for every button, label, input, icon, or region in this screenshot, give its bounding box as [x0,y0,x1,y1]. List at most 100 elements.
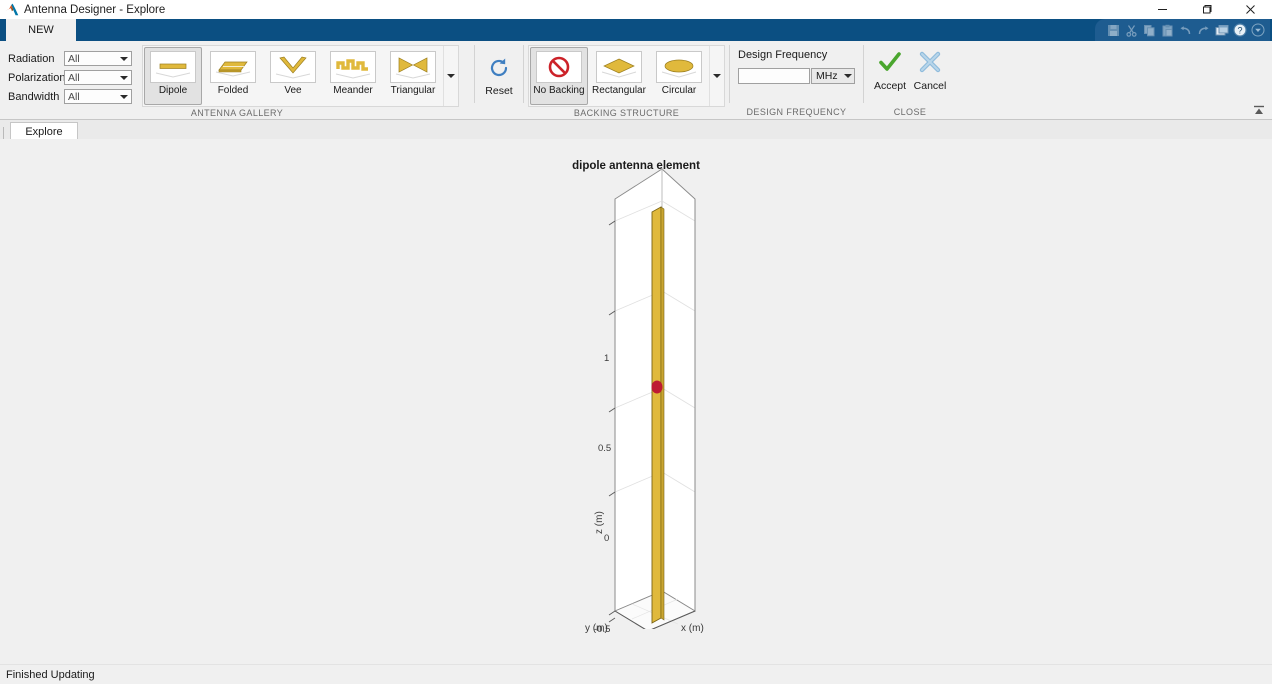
ribbon-tab-bar: NEW [0,19,1272,41]
ribbon-group-reset: Reset [475,41,523,119]
chevron-down-icon [117,90,131,103]
gallery-item-dipole[interactable]: Dipole [144,47,202,105]
cancel-button-label: Cancel [914,80,947,92]
ribbon-group-design-frequency-title: DESIGN FREQUENCY [730,106,863,119]
ribbon-group-close-title: CLOSE [864,106,956,119]
filter-radiation-select[interactable]: All [64,51,132,66]
chevron-down-icon[interactable] [1249,22,1266,38]
status-message: Finished Updating [6,669,95,681]
save-icon[interactable] [1105,22,1122,38]
ribbon-collapse-icon[interactable] [1250,103,1268,117]
backing-item-rectangular-label: Rectangular [592,85,646,96]
reset-button[interactable]: Reset [479,49,519,97]
window-title: Antenna Designer - Explore [24,4,165,16]
gallery-more-icon[interactable] [443,46,458,106]
dipole-thumb-icon [150,51,196,83]
chevron-down-icon [117,71,131,84]
chevron-down-icon [117,52,131,65]
reset-button-label: Reset [485,85,512,97]
ribbon-group-antenna-gallery: Radiation All Polarization All Bandwidth [0,41,474,119]
accept-button[interactable]: Accept [870,47,910,92]
chevron-down-icon [844,69,852,83]
z-tick-label-0p5: 0.5 [598,443,611,454]
z-axis-label: z (m) [594,511,605,534]
cancel-button[interactable]: Cancel [910,47,950,92]
cut-icon[interactable] [1123,22,1140,38]
redo-icon[interactable] [1195,22,1212,38]
backing-item-no-backing[interactable]: No Backing [530,47,588,105]
copy-icon[interactable] [1141,22,1158,38]
maximize-button[interactable] [1184,0,1228,19]
matlab-logo-icon [5,3,19,16]
filter-bandwidth: Bandwidth All [8,89,132,104]
title-bar: Antenna Designer - Explore [0,0,1272,19]
gallery-item-triangular-label: Triangular [391,85,436,96]
reset-refresh-icon [488,57,510,82]
design-frequency-label: Design Frequency [738,49,855,61]
circular-backing-thumb-icon [656,51,702,83]
tab-new-label: NEW [28,24,54,36]
y-axis-label: y (m) [585,623,608,634]
filter-radiation-label: Radiation [8,53,60,65]
x-cross-icon [918,51,942,76]
close-button[interactable] [1228,0,1272,19]
undo-icon[interactable] [1177,22,1194,38]
plot-canvas[interactable]: dipole antenna element [0,139,1272,665]
gallery-item-meander[interactable]: Meander [324,47,382,105]
backing-gallery: No Backing Rectangular [528,45,725,107]
layout-icon[interactable] [1213,22,1230,38]
ribbon-group-backing-structure-title: BACKING STRUCTURE [524,107,729,120]
svg-text:?: ? [1237,26,1242,36]
feed-marker [652,381,663,394]
minimize-button[interactable] [1140,0,1184,19]
document-tab-strip: Explore [0,120,1272,141]
quick-access-toolbar: ? [1095,19,1270,41]
gallery-item-folded[interactable]: Folded [204,47,262,105]
triangular-thumb-icon [390,51,436,83]
ribbon-group-antenna-gallery-title: ANTENNA GALLERY [0,107,474,120]
z-tick-label-1: 1 [604,353,609,364]
z-tick-marks [609,221,615,615]
gallery-item-folded-label: Folded [218,85,249,96]
gallery-item-vee-label: Vee [284,85,301,96]
filter-radiation: Radiation All [8,51,132,66]
filter-bandwidth-select[interactable]: All [64,89,132,104]
ribbon-group-reset-title [475,106,523,119]
x-axis-label: x (m) [681,623,704,634]
gallery-item-triangular[interactable]: Triangular [384,47,442,105]
gallery-filters: Radiation All Polarization All Bandwidth [4,45,136,104]
status-bar: Finished Updating [0,664,1272,684]
design-frequency-unit-select[interactable]: MHz [811,68,855,84]
tab-new[interactable]: NEW [6,19,76,41]
design-frequency-input[interactable] [738,68,810,84]
filter-polarization: Polarization All [8,70,132,85]
ribbon-group-design-frequency: Design Frequency MHz DESIGN FREQUENCY [730,41,863,119]
backing-item-circular[interactable]: Circular [650,47,708,105]
tab-explore[interactable]: Explore [10,122,78,140]
filter-polarization-value: All [68,72,80,84]
backing-more-icon[interactable] [709,46,724,106]
accept-button-label: Accept [874,80,906,92]
filter-polarization-label: Polarization [8,72,60,84]
filter-bandwidth-value: All [68,91,80,103]
meander-thumb-icon [330,51,376,83]
ribbon-group-close: Accept Cancel CLOSE [864,41,956,119]
backing-item-circular-label: Circular [662,85,696,96]
z-tick-label-0: 0 [604,533,609,544]
backing-item-rectangular[interactable]: Rectangular [590,47,648,105]
antenna-3d-view[interactable] [520,159,860,629]
ribbon-group-backing-structure: No Backing Rectangular [524,41,729,119]
rectangular-backing-thumb-icon [596,51,642,83]
filter-bandwidth-label: Bandwidth [8,91,60,103]
filter-polarization-select[interactable]: All [64,70,132,85]
tab-explore-label: Explore [25,126,62,138]
gallery-item-vee[interactable]: Vee [264,47,322,105]
vee-thumb-icon [270,51,316,83]
design-frequency-unit-value: MHz [816,70,838,82]
help-icon[interactable]: ? [1231,22,1248,38]
window-controls [1140,0,1272,19]
ribbon: Radiation All Polarization All Bandwidth [0,41,1272,120]
paste-icon[interactable] [1159,22,1176,38]
dipole-strip [652,207,664,623]
backing-item-no-backing-label: No Backing [533,85,584,96]
